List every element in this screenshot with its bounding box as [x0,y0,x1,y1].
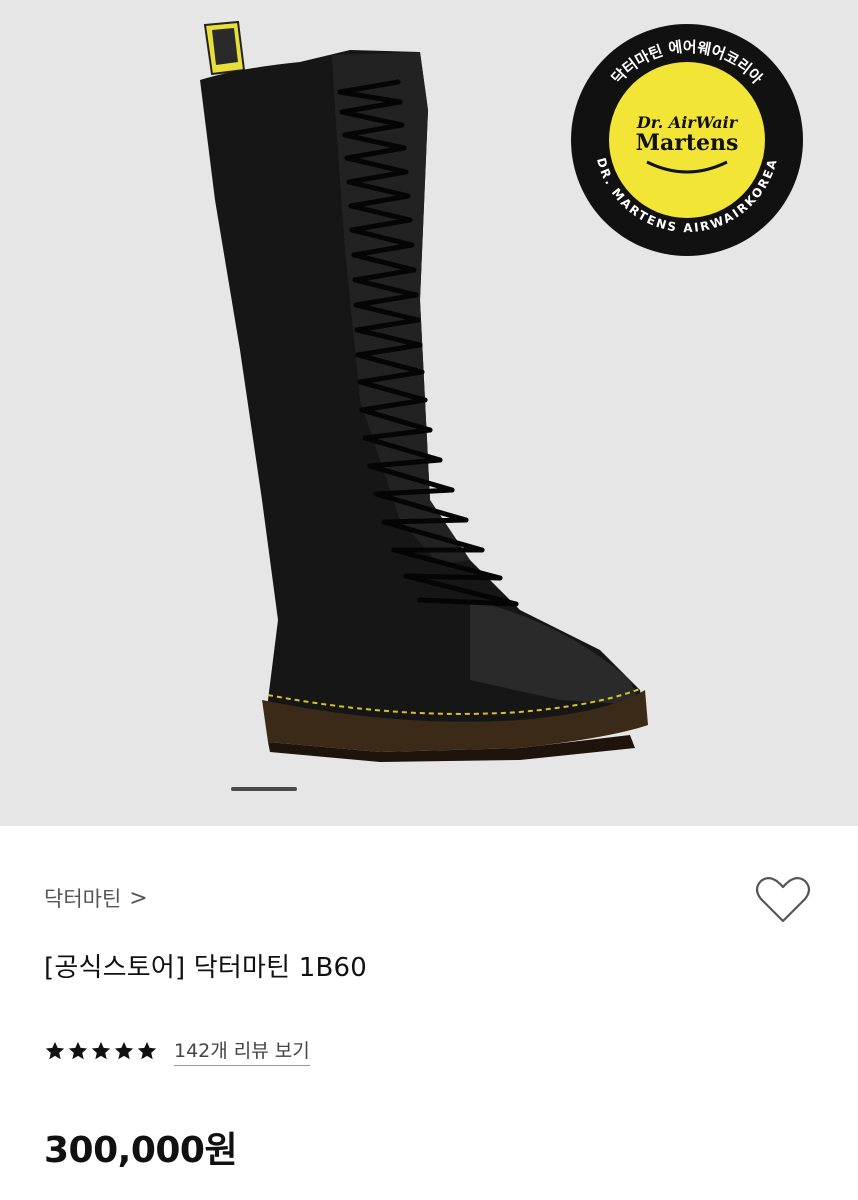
wishlist-heart-icon[interactable] [755,875,811,925]
brand-name: 닥터마틴 [44,887,122,911]
product-title: [공식스토어] 닥터마틴 1B60 [44,953,367,983]
brand-link[interactable]: 닥터마틴 > [44,883,148,913]
star-icon [91,1041,111,1060]
product-price: 300,000원 [44,1130,238,1171]
star-icon [68,1041,88,1060]
rating-row: 142개 리뷰 보기 [44,1036,310,1066]
star-icon [45,1041,65,1060]
star-rating [44,1040,158,1062]
review-link[interactable]: 142개 리뷰 보기 [174,1036,310,1066]
store-badge-logo: 닥터마틴 에어웨어코리아 DR. MARTENS AIRWAIRKOREA Dr… [571,24,803,256]
gallery-page-indicator[interactable] [231,787,297,791]
badge-logo-line2: Martens [636,130,739,156]
product-image-gallery[interactable]: 닥터마틴 에어웨어코리아 DR. MARTENS AIRWAIRKOREA Dr… [0,0,858,826]
chevron-right-icon: > [129,885,148,911]
star-icon [137,1041,157,1060]
star-icon [114,1041,134,1060]
